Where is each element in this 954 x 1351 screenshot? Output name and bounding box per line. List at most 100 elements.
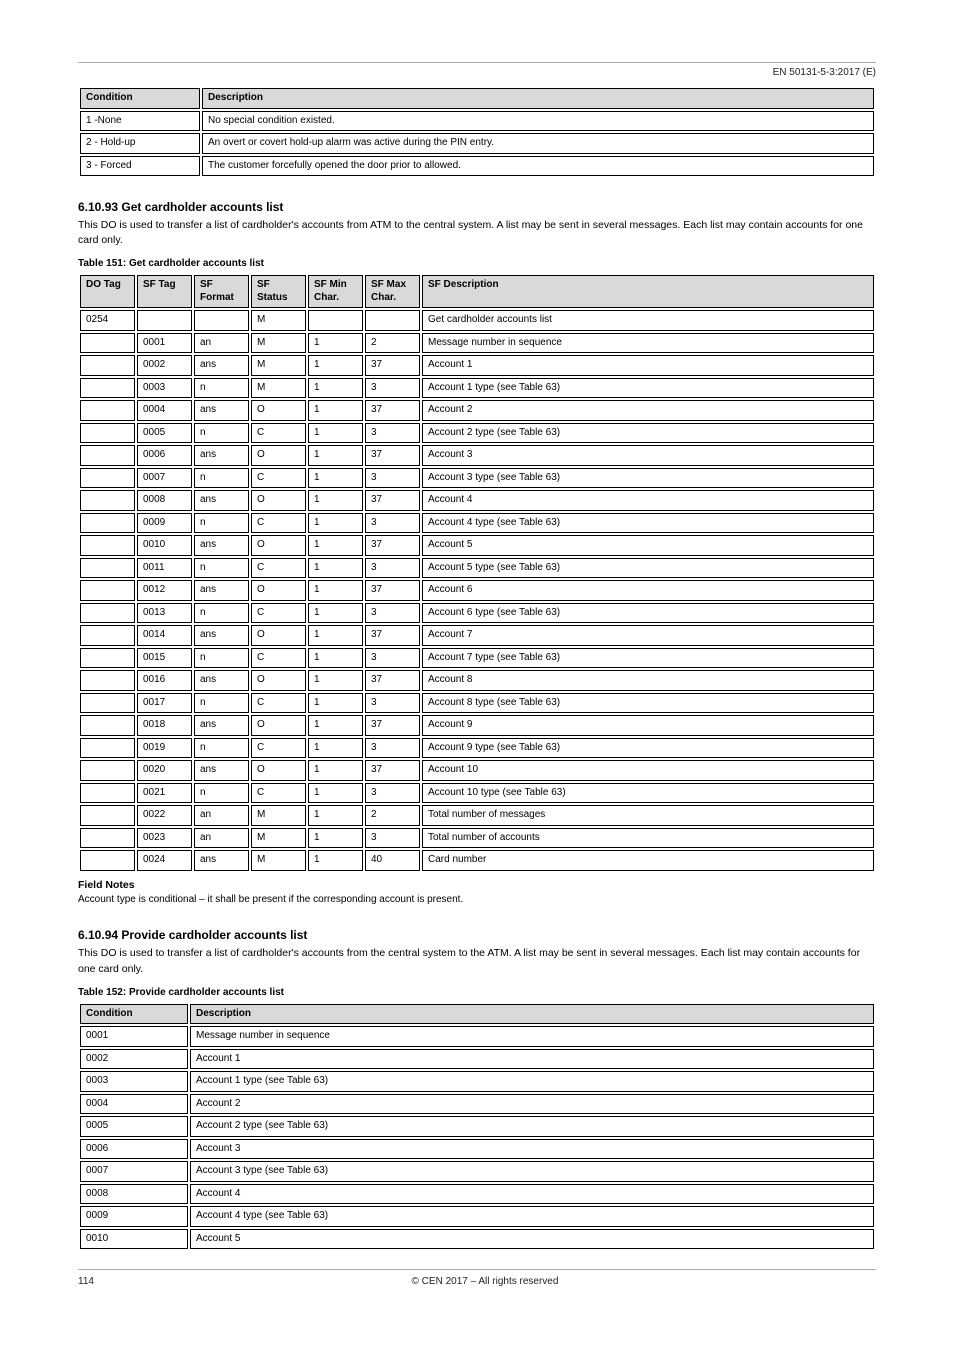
cell: Total number of messages xyxy=(422,805,874,826)
cell: Account 3 type (see Table 63) xyxy=(190,1161,874,1182)
cell: 1 xyxy=(308,535,363,556)
cell: 0018 xyxy=(137,715,192,736)
cell: C xyxy=(251,423,306,444)
cell: 0006 xyxy=(137,445,192,466)
table-row: 0006ansO137Account 3 xyxy=(80,445,874,466)
cell: 3 xyxy=(365,693,420,714)
top-rule xyxy=(78,62,876,63)
cell: 1 xyxy=(308,828,363,849)
cell: Account 9 xyxy=(422,715,874,736)
cell: 0019 xyxy=(137,738,192,759)
footer-center: © CEN 2017 – All rights reserved xyxy=(412,1276,559,1287)
table-row: 0005Account 2 type (see Table 63) xyxy=(80,1116,874,1137)
cell: Account 1 xyxy=(190,1049,874,1070)
table-row: 0010ansO137Account 5 xyxy=(80,535,874,556)
cell: O xyxy=(251,490,306,511)
cell: 1 xyxy=(308,783,363,804)
cell: 37 xyxy=(365,760,420,781)
cell: 0008 xyxy=(80,1184,188,1205)
cell: M xyxy=(251,378,306,399)
cell: 0002 xyxy=(137,355,192,376)
cell: C xyxy=(251,513,306,534)
table-row: DO Tag SF Tag SF Format SF Status SF Min… xyxy=(80,275,874,308)
cell: Account 9 type (see Table 63) xyxy=(422,738,874,759)
section-title-6-10-94: 6.10.94 Provide cardholder accounts list xyxy=(78,928,876,942)
cell: 1 xyxy=(308,625,363,646)
cell: C xyxy=(251,468,306,489)
table-row: 0013nC13Account 6 type (see Table 63) xyxy=(80,603,874,624)
cell: Account 8 xyxy=(422,670,874,691)
cell: O xyxy=(251,445,306,466)
table-row: 0017nC13Account 8 type (see Table 63) xyxy=(80,693,874,714)
table-row: 2 - Hold-upAn overt or covert hold-up al… xyxy=(80,133,874,154)
cell: 3 xyxy=(365,513,420,534)
cell: n xyxy=(194,378,249,399)
cell: C xyxy=(251,558,306,579)
cell: ans xyxy=(194,625,249,646)
cell: 0017 xyxy=(137,693,192,714)
cell: 1 xyxy=(308,760,363,781)
table-row: 0011nC13Account 5 type (see Table 63) xyxy=(80,558,874,579)
cell: n xyxy=(194,738,249,759)
cell: 3 xyxy=(365,783,420,804)
table-row: 0002ansM137Account 1 xyxy=(80,355,874,376)
cell: Account 2 xyxy=(190,1094,874,1115)
section-title-6-10-93: 6.10.93 Get cardholder accounts list xyxy=(78,200,876,214)
cell: Message number in sequence xyxy=(190,1026,874,1047)
table-152-caption: Table 152: Provide cardholder accounts l… xyxy=(78,987,876,998)
doc-header-right: EN 50131-5-3:2017 (E) xyxy=(773,67,876,78)
col-condition: Condition xyxy=(80,1004,188,1025)
cell: 0006 xyxy=(80,1139,188,1160)
table-row: 1 -NoneNo special condition existed. xyxy=(80,111,874,132)
cell: Account 7 type (see Table 63) xyxy=(422,648,874,669)
cell xyxy=(80,738,135,759)
cell: Account 1 type (see Table 63) xyxy=(422,378,874,399)
cell: 0024 xyxy=(137,850,192,871)
cell: 0022 xyxy=(137,805,192,826)
cell xyxy=(80,580,135,601)
cell: O xyxy=(251,715,306,736)
cell: 1 xyxy=(308,333,363,354)
footer: 114 © CEN 2017 – All rights reserved xyxy=(78,1269,876,1287)
cell: an xyxy=(194,333,249,354)
cell: 0011 xyxy=(137,558,192,579)
cell: 37 xyxy=(365,445,420,466)
col-description: Description xyxy=(202,88,874,109)
cell: 37 xyxy=(365,400,420,421)
cell xyxy=(80,558,135,579)
cell: 1 xyxy=(308,738,363,759)
cell: n xyxy=(194,423,249,444)
table-row: 0019nC13Account 9 type (see Table 63) xyxy=(80,738,874,759)
cell: Account 4 type (see Table 63) xyxy=(190,1206,874,1227)
table-151: DO Tag SF Tag SF Format SF Status SF Min… xyxy=(78,273,876,873)
table-row: 0004Account 2 xyxy=(80,1094,874,1115)
cell: n xyxy=(194,558,249,579)
cell: 1 xyxy=(308,490,363,511)
cell: 0007 xyxy=(80,1161,188,1182)
cell: n xyxy=(194,468,249,489)
cell: Account 2 type (see Table 63) xyxy=(422,423,874,444)
cell: 1 xyxy=(308,400,363,421)
cell: n xyxy=(194,648,249,669)
table-row: 0008ansO137Account 4 xyxy=(80,490,874,511)
col-sf-format: SF Format xyxy=(194,275,249,308)
cell: 1 xyxy=(308,445,363,466)
cell: 3 xyxy=(365,423,420,444)
cell: 3 xyxy=(365,558,420,579)
cell xyxy=(365,310,420,331)
cell: ans xyxy=(194,400,249,421)
page: EN 50131-5-3:2017 (E) Condition Descript… xyxy=(0,0,954,1327)
page-number: 114 xyxy=(78,1276,94,1287)
cell: O xyxy=(251,670,306,691)
col-do-tag: DO Tag xyxy=(80,275,135,308)
cell: 0007 xyxy=(137,468,192,489)
cell: 1 xyxy=(308,670,363,691)
cell: C xyxy=(251,648,306,669)
cell: 0013 xyxy=(137,603,192,624)
cell: 1 -None xyxy=(80,111,200,132)
table-row: 0009Account 4 type (see Table 63) xyxy=(80,1206,874,1227)
table-row: 0015nC13Account 7 type (see Table 63) xyxy=(80,648,874,669)
cell: M xyxy=(251,355,306,376)
cell: 0012 xyxy=(137,580,192,601)
table-row: 0005nC13Account 2 type (see Table 63) xyxy=(80,423,874,444)
